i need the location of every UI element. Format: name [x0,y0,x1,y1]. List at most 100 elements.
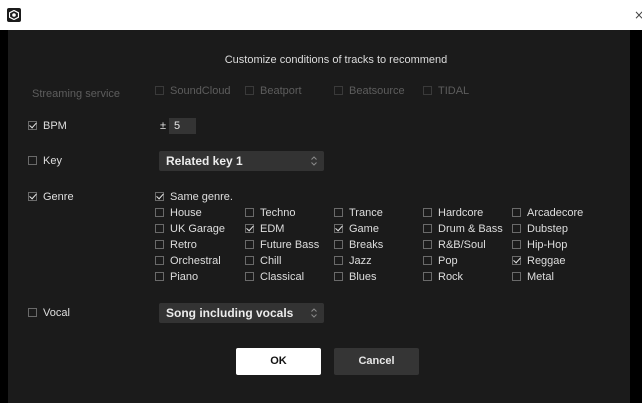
genre-option-r-b-soul[interactable]: R&B/Soul [423,239,486,251]
service-beatsource: Beatsource [334,85,405,97]
bpm-toggle[interactable]: BPM [28,120,67,132]
genre-option-classical[interactable]: Classical [245,271,304,283]
plus-minus-symbol: ± [160,120,167,132]
genre-option-arcadecore[interactable]: Arcadecore [512,207,583,219]
service-beatport-checkbox [245,86,254,95]
genre-pop-checkbox[interactable] [423,256,432,265]
cancel-button[interactable]: Cancel [334,348,419,375]
genre-option-uk-garage[interactable]: UK Garage [155,223,225,235]
genre-techno-label: Techno [260,207,296,219]
genre-r-b-soul-checkbox[interactable] [423,240,432,249]
genre-jazz-checkbox[interactable] [334,256,343,265]
genre-blues-label: Blues [349,271,377,283]
same-genre-option[interactable]: Same genre. [155,191,233,203]
genre-trance-label: Trance [349,207,383,219]
genre-future-bass-checkbox[interactable] [245,240,254,249]
genre-checkbox[interactable] [28,192,37,201]
genre-retro-checkbox[interactable] [155,240,164,249]
genre-option-game[interactable]: Game [334,223,379,235]
genre-orchestral-checkbox[interactable] [155,256,164,265]
genre-techno-checkbox[interactable] [245,208,254,217]
genre-option-orchestral[interactable]: Orchestral [155,255,221,267]
genre-uk-garage-label: UK Garage [170,223,226,235]
genre-toggle[interactable]: Genre [28,191,74,203]
genre-orchestral-label: Orchestral [170,255,221,267]
genre-drum-bass-label: Drum & Bass [438,223,503,235]
genre-breaks-label: Breaks [349,239,384,251]
genre-option-breaks[interactable]: Breaks [334,239,383,251]
genre-option-metal[interactable]: Metal [512,271,554,283]
genre-rock-label: Rock [438,271,464,283]
genre-option-rock[interactable]: Rock [423,271,463,283]
genre-option-blues[interactable]: Blues [334,271,377,283]
genre-option-hip-hop[interactable]: Hip-Hop [512,239,567,251]
key-checkbox[interactable] [28,156,37,165]
genre-classical-checkbox[interactable] [245,272,254,281]
key-label: Key [43,155,62,167]
genre-metal-checkbox[interactable] [512,272,521,281]
genre-option-chill[interactable]: Chill [245,255,281,267]
close-icon[interactable]: × [634,8,642,22]
bpm-label: BPM [43,120,67,132]
genre-arcadecore-checkbox[interactable] [512,208,521,217]
title-bar: × [0,0,642,30]
vocal-checkbox[interactable] [28,308,37,317]
chevron-updown-icon [311,156,317,166]
genre-r-b-soul-label: R&B/Soul [438,239,486,251]
bpm-checkbox[interactable] [28,121,37,130]
vocal-toggle[interactable]: Vocal [28,307,70,319]
genre-option-techno[interactable]: Techno [245,207,295,219]
service-soundcloud: SoundCloud [155,85,231,97]
genre-uk-garage-checkbox[interactable] [155,224,164,233]
dialog-heading: Customize conditions of tracks to recomm… [224,54,448,66]
genre-hardcore-checkbox[interactable] [423,208,432,217]
service-beatport: Beatport [245,85,302,97]
genre-rock-checkbox[interactable] [423,272,432,281]
genre-hip-hop-label: Hip-Hop [527,239,568,251]
service-tidal-label: TIDAL [438,85,470,97]
genre-option-future-bass[interactable]: Future Bass [245,239,319,251]
genre-hip-hop-checkbox[interactable] [512,240,521,249]
genre-piano-checkbox[interactable] [155,272,164,281]
genre-option-pop[interactable]: Pop [423,255,458,267]
genre-option-edm[interactable]: EDM [245,223,284,235]
genre-jazz-label: Jazz [349,255,372,267]
genre-piano-label: Piano [170,271,199,283]
genre-retro-label: Retro [170,239,197,251]
genre-edm-label: EDM [260,223,285,235]
genre-hardcore-label: Hardcore [438,207,484,219]
ok-button[interactable]: OK [236,348,321,375]
bpm-range-input[interactable]: 5 [169,118,196,134]
genre-option-drum-bass[interactable]: Drum & Bass [423,223,503,235]
key-select-value: Related key 1 [166,154,243,168]
genre-house-label: House [170,207,202,219]
genre-option-dubstep[interactable]: Dubstep [512,223,568,235]
genre-option-piano[interactable]: Piano [155,271,198,283]
genre-blues-checkbox[interactable] [334,272,343,281]
genre-house-checkbox[interactable] [155,208,164,217]
genre-breaks-checkbox[interactable] [334,240,343,249]
genre-dubstep-checkbox[interactable] [512,224,521,233]
genre-option-hardcore[interactable]: Hardcore [423,207,483,219]
genre-reggae-checkbox[interactable] [512,256,521,265]
genre-option-house[interactable]: House [155,207,202,219]
streaming-service-label: Streaming service [32,88,121,100]
service-beatsource-checkbox [334,86,343,95]
vocal-select[interactable]: Song including vocals [159,303,324,323]
genre-reggae-label: Reggae [527,255,566,267]
same-genre-checkbox[interactable] [155,192,164,201]
genre-game-label: Game [349,223,379,235]
genre-chill-checkbox[interactable] [245,256,254,265]
genre-edm-checkbox[interactable] [245,224,254,233]
genre-option-jazz[interactable]: Jazz [334,255,372,267]
genre-option-reggae[interactable]: Reggae [512,255,566,267]
genre-option-trance[interactable]: Trance [334,207,383,219]
genre-drum-bass-checkbox[interactable] [423,224,432,233]
genre-trance-checkbox[interactable] [334,208,343,217]
genre-label: Genre [43,191,74,203]
key-toggle[interactable]: Key [28,155,62,167]
genre-game-checkbox[interactable] [334,224,343,233]
key-select[interactable]: Related key 1 [159,151,324,171]
service-beatport-label: Beatport [260,85,302,97]
genre-option-retro[interactable]: Retro [155,239,197,251]
